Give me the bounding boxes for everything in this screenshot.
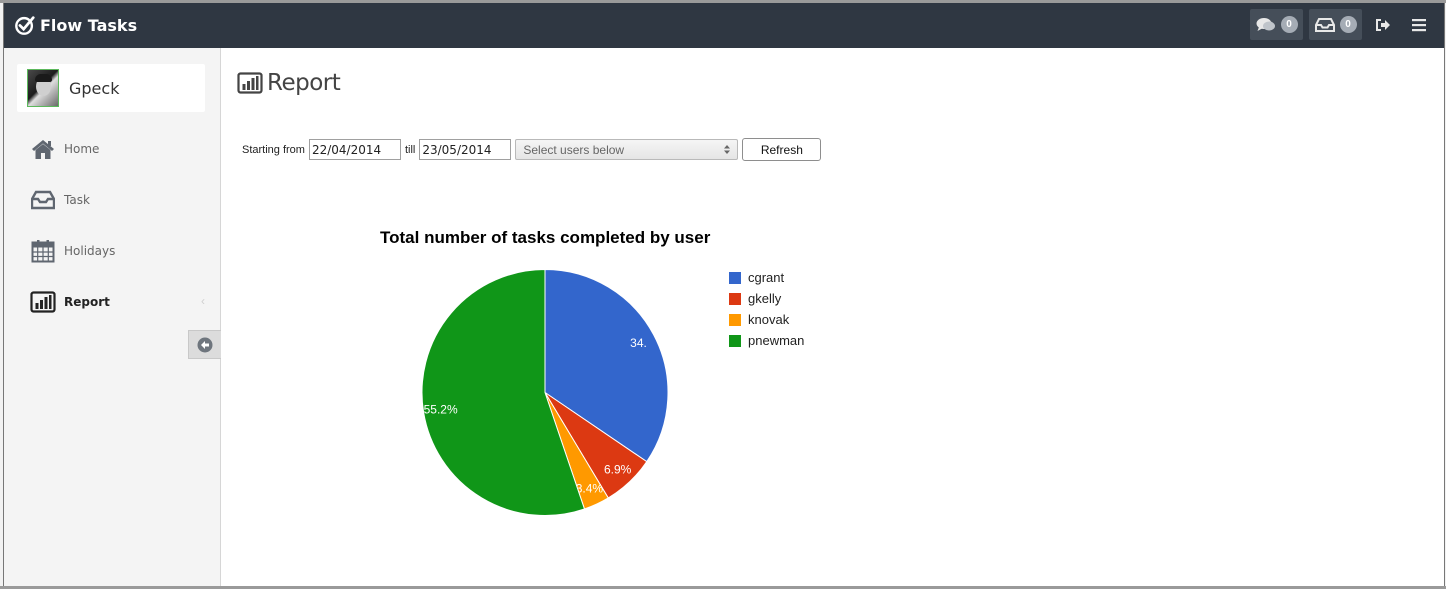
user-profile-card[interactable]: Gpeck (17, 64, 205, 112)
sidebar-item-label: Task (64, 193, 90, 207)
calendar-icon (30, 238, 56, 264)
check-circle-icon (15, 16, 35, 35)
sidebar: Gpeck Home Task Holidays Report ‹ (4, 48, 221, 586)
sidebar-item-label: Holidays (64, 244, 116, 258)
legend-label: pnewman (748, 333, 805, 348)
legend-label: gkelly (748, 291, 782, 306)
messages-button[interactable]: 0 (1250, 9, 1303, 40)
messages-count-badge: 0 (1280, 16, 1298, 33)
sidebar-item-label: Home (64, 142, 100, 156)
legend-swatch (729, 271, 741, 284)
main-content: Report Starting from till Select users b… (221, 48, 1444, 586)
sidebar-item-home[interactable]: Home (30, 134, 99, 164)
legend-item-cgrant[interactable]: cgrant (729, 267, 804, 288)
app-title: Flow Tasks (40, 15, 138, 35)
inbox-count-badge: 0 (1339, 16, 1357, 33)
pie-slice-label: 55.2% (424, 403, 458, 417)
legend-item-knovak[interactable]: knovak (729, 309, 804, 330)
avatar (27, 69, 59, 107)
comments-icon (1256, 17, 1275, 31)
legend-label: knovak (748, 312, 790, 327)
arrow-circle-left-icon (197, 337, 213, 352)
inbox-button[interactable]: 0 (1309, 9, 1362, 40)
legend-item-pnewman[interactable]: pnewman (729, 330, 804, 351)
pie-slice-label: 6.9% (604, 462, 632, 476)
legend-swatch (729, 334, 741, 347)
inbox-icon (30, 187, 56, 213)
pie-slice-label: 34. (630, 336, 647, 350)
brand-logo[interactable]: Flow Tasks (14, 11, 137, 39)
user-name: Gpeck (69, 78, 120, 98)
sidebar-item-report[interactable]: Report (30, 287, 110, 317)
menu-button[interactable] (1408, 9, 1430, 40)
sidebar-item-label: Report (64, 295, 110, 309)
sidebar-item-task[interactable]: Task (30, 185, 90, 215)
sign-out-icon (1376, 18, 1390, 31)
chart-legend: cgrant gkelly knovak pnewman (729, 267, 804, 351)
bar-chart-icon (30, 289, 56, 315)
sign-out-button[interactable] (1372, 9, 1394, 40)
legend-item-gkelly[interactable]: gkelly (729, 288, 804, 309)
legend-swatch (729, 313, 741, 326)
sidebar-item-holidays[interactable]: Holidays (30, 236, 115, 266)
legend-label: cgrant (748, 270, 785, 285)
pie-slice-label: 3.4% (576, 481, 604, 495)
menu-icon (1412, 18, 1426, 31)
inbox-icon (1314, 17, 1335, 32)
chevron-left-icon: ‹ (201, 294, 205, 308)
legend-swatch (729, 292, 741, 305)
pie-chart: 34. 6.9%3.4% 55.2% (421, 268, 669, 516)
home-icon (30, 136, 56, 162)
sidebar-collapse-button[interactable] (188, 330, 221, 359)
app-window: Flow Tasks 0 0 Gpeck Home Task Holidays … (3, 3, 1445, 586)
top-navbar: Flow Tasks 0 0 (4, 3, 1444, 48)
